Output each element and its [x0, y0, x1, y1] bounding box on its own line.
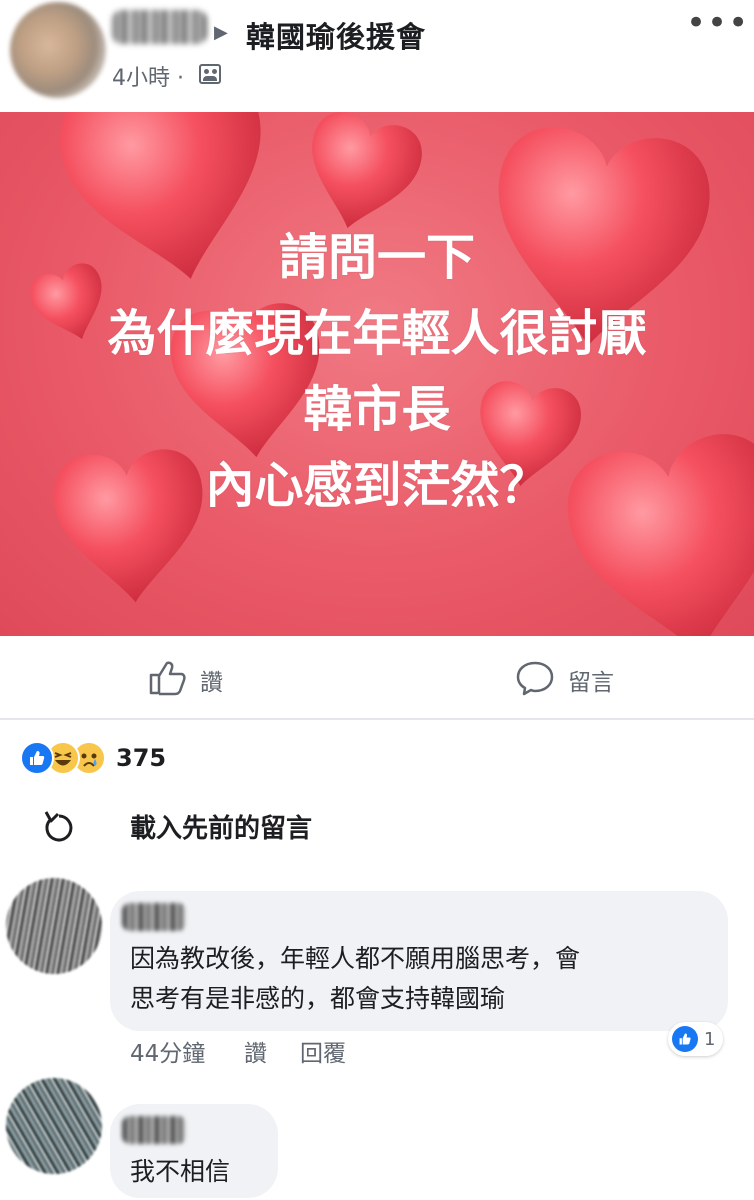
thumbs-up-icon — [148, 660, 186, 700]
comment-text: 因為教改後，年輕人都不願用腦思考，會 思考有是非感的，都會支持韓國瑜 — [130, 939, 580, 1019]
comment-text-line: 因為教改後，年輕人都不願用腦思考，會 — [130, 944, 581, 973]
comment-like-link[interactable]: 讚 — [244, 1034, 300, 1068]
image-caption: 請問一下 為什麼現在年輕人很討厭 韓市長 內心感到茫然？ — [0, 220, 754, 524]
commenter-avatar[interactable] — [6, 878, 102, 974]
group-audience-icon — [199, 64, 221, 84]
comment-text-line: 思考有是非感的，都會支持韓國瑜 — [130, 984, 506, 1013]
author-name-blurred[interactable] — [112, 10, 207, 44]
more-options-icon[interactable]: ••• — [686, 6, 749, 40]
comment-reply-link[interactable]: 回覆 — [300, 1034, 346, 1068]
comment-button[interactable]: 留言 — [516, 660, 614, 700]
load-previous-comments[interactable]: 載入先前的留言 — [40, 806, 312, 850]
commenter-name-blurred[interactable] — [122, 1116, 186, 1144]
comment-text-line: 我不相信 — [130, 1157, 231, 1186]
image-line-1: 請問一下 — [278, 229, 475, 286]
comment-text: 我不相信 — [130, 1152, 230, 1192]
image-line-4: 內心感到茫然？ — [205, 457, 549, 514]
like-label: 讚 — [200, 670, 223, 696]
comment-bubble: 因為教改後，年輕人都不願用腦思考，會 思考有是非感的，都會支持韓國瑜 — [110, 891, 728, 1031]
arrow-right-icon: ▶ — [214, 22, 228, 43]
comment-time[interactable]: 44分鐘 — [130, 1034, 244, 1068]
like-reaction-icon — [20, 741, 54, 775]
commenter-avatar[interactable] — [6, 1078, 102, 1174]
post-action-bar: 讚 留言 — [0, 636, 754, 720]
image-line-2: 為什麼現在年輕人很討厭 — [107, 305, 647, 362]
like-reaction-icon — [672, 1026, 698, 1052]
like-button[interactable]: 讚 — [148, 660, 223, 700]
comment-bubble-icon — [516, 660, 554, 700]
comment-label: 留言 — [568, 670, 614, 696]
image-line-3: 韓市長 — [303, 381, 451, 438]
comment-meta: 44分鐘 讚 回覆 — [130, 1034, 346, 1068]
comment-reaction-badge[interactable]: 1 — [668, 1022, 724, 1056]
post-image[interactable]: 請問一下 為什麼現在年輕人很討厭 韓市長 內心感到茫然？ — [0, 112, 754, 636]
refresh-arrow-icon — [40, 806, 78, 850]
reaction-count: 375 — [116, 744, 167, 772]
post-header: ▶ 韓國瑜後援會 4小時 · ••• — [0, 0, 754, 112]
commenter-name-blurred[interactable] — [122, 903, 186, 931]
comment-bubble: 我不相信 — [110, 1104, 278, 1198]
load-previous-label: 載入先前的留言 — [130, 814, 313, 844]
comment-like-count: 1 — [704, 1028, 716, 1050]
reactions-summary[interactable]: 375 — [20, 738, 166, 778]
group-name-link[interactable]: 韓國瑜後援會 — [246, 14, 426, 56]
author-avatar[interactable] — [10, 2, 106, 98]
post-timestamp[interactable]: 4小時 · — [112, 60, 184, 92]
